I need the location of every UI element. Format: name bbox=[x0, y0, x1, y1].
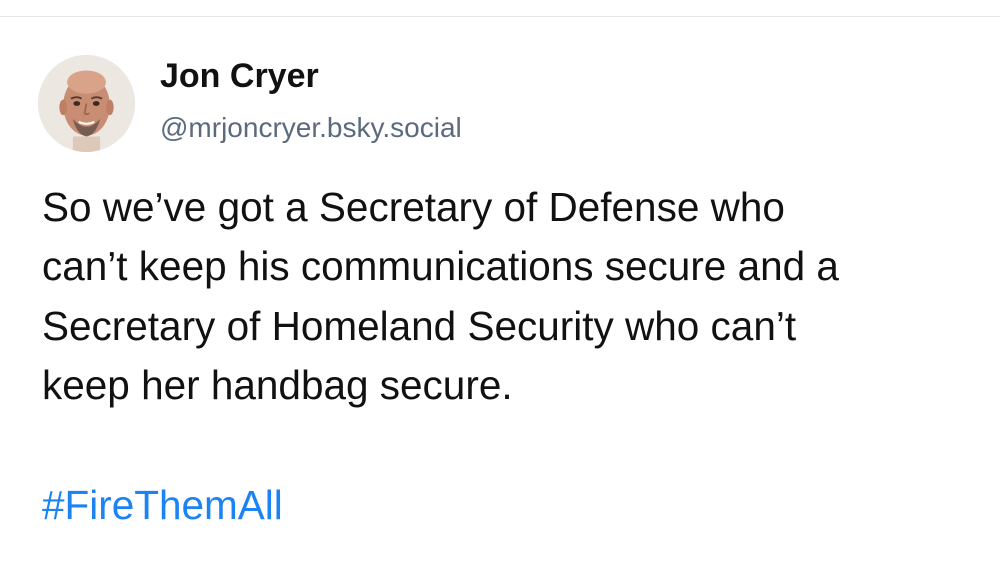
hashtag-link[interactable]: #FireThemAll bbox=[42, 476, 283, 535]
post-card: Jon Cryer @mrjoncryer.bsky.social So we’… bbox=[0, 0, 1000, 566]
avatar-photo-icon bbox=[38, 55, 135, 152]
author-handle[interactable]: @mrjoncryer.bsky.social bbox=[160, 110, 462, 146]
author-display-name[interactable]: Jon Cryer bbox=[160, 54, 319, 98]
author-avatar[interactable] bbox=[38, 55, 135, 152]
post-text: So we’ve got a Secretary of Defense who … bbox=[42, 184, 839, 408]
